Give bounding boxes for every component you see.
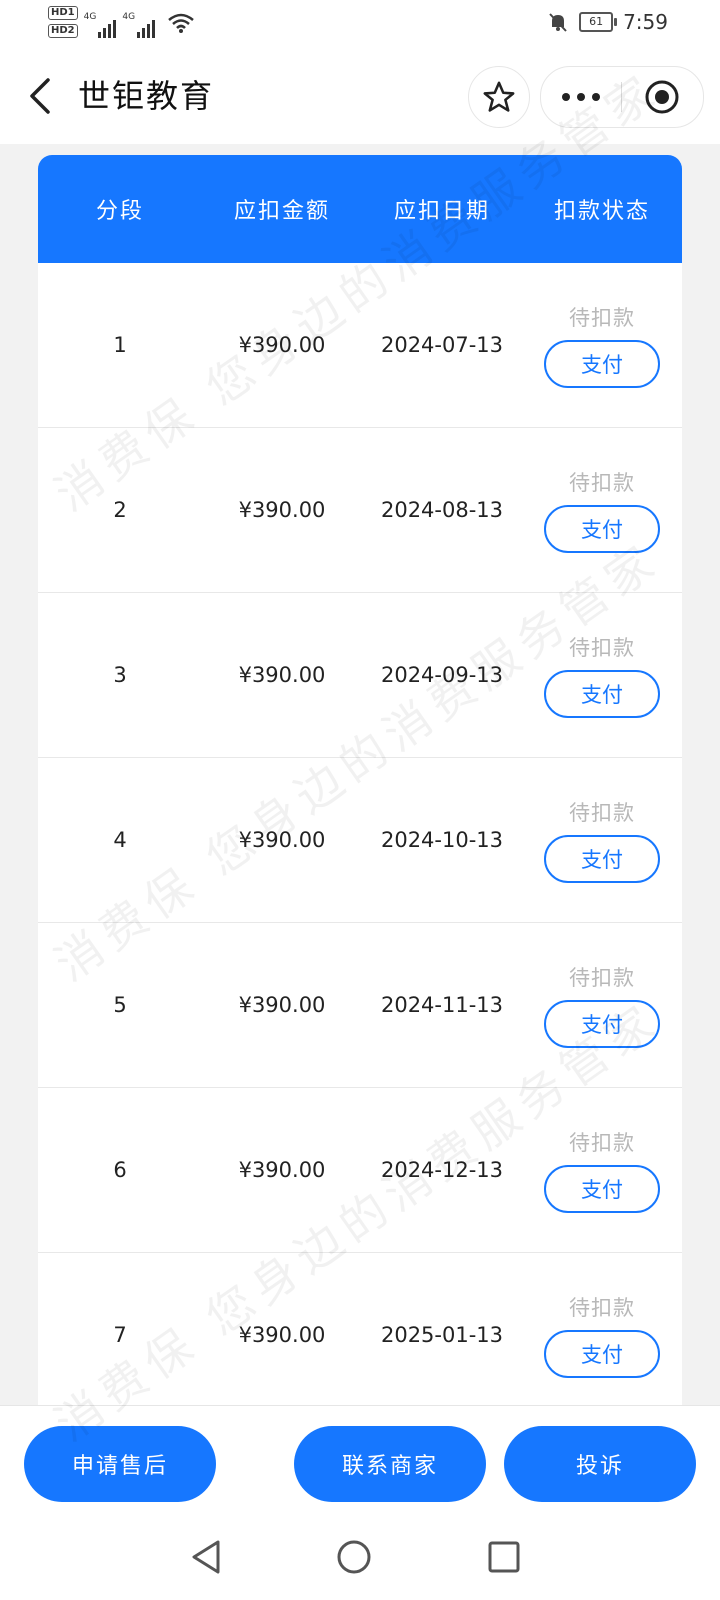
pay-button[interactable]: 支付 bbox=[544, 1000, 660, 1048]
page-title: 世钜教育 bbox=[78, 77, 215, 115]
segment-cell: 1 bbox=[113, 333, 127, 357]
status-cell: 待扣款 支付 bbox=[522, 302, 682, 388]
pay-button[interactable]: 支付 bbox=[544, 1330, 660, 1378]
complain-button[interactable]: 投诉 bbox=[504, 1426, 696, 1502]
square-recents-icon bbox=[488, 1541, 520, 1573]
status-cell: 待扣款 支付 bbox=[522, 1127, 682, 1213]
segment-cell: 3 bbox=[113, 663, 127, 687]
status-badge: 待扣款 bbox=[569, 636, 635, 660]
segment-cell: 4 bbox=[113, 828, 127, 852]
system-back-button[interactable] bbox=[186, 1537, 226, 1577]
table-header: 分段 应扣金额 应扣日期 扣款状态 bbox=[38, 155, 682, 263]
amount-cell: ¥390.00 bbox=[238, 333, 326, 357]
status-badge: 待扣款 bbox=[569, 471, 635, 495]
status-badge: 待扣款 bbox=[569, 801, 635, 825]
more-dots-icon bbox=[562, 93, 600, 101]
circle-home-icon bbox=[337, 1540, 371, 1574]
more-button[interactable] bbox=[541, 67, 621, 127]
table-row: 7 ¥390.00 2025-01-13 待扣款 支付 bbox=[38, 1253, 682, 1405]
table-row: 2 ¥390.00 2024-08-13 待扣款 支付 bbox=[38, 428, 682, 593]
signal-icon-2: 4G bbox=[122, 12, 156, 38]
date-cell: 2024-10-13 bbox=[380, 828, 504, 852]
target-close-icon bbox=[645, 80, 679, 114]
date-cell: 2024-11-13 bbox=[380, 993, 504, 1017]
clock: 7:59 bbox=[623, 10, 668, 34]
date-cell: 2025-01-13 bbox=[380, 1323, 504, 1347]
date-cell: 2024-09-13 bbox=[380, 663, 504, 687]
nav-bar: 世钜教育 bbox=[0, 52, 720, 144]
date-cell: 2024-08-13 bbox=[380, 498, 504, 522]
after-sale-button[interactable]: 申请售后 bbox=[24, 1426, 216, 1502]
pay-button[interactable]: 支付 bbox=[544, 1165, 660, 1213]
date-cell: 2024-07-13 bbox=[380, 333, 504, 357]
status-bar: HD1 HD2 4G 4G 61 7:59 bbox=[0, 0, 720, 52]
status-badge: 待扣款 bbox=[569, 1296, 635, 1320]
back-arrow-icon bbox=[30, 78, 50, 114]
header-amount: 应扣金额 bbox=[233, 199, 330, 224]
table-row: 3 ¥390.00 2024-09-13 待扣款 支付 bbox=[38, 593, 682, 758]
battery-icon: 61 bbox=[579, 12, 618, 32]
status-cell: 待扣款 支付 bbox=[522, 797, 682, 883]
pay-button[interactable]: 支付 bbox=[544, 835, 660, 883]
status-cell: 待扣款 支付 bbox=[522, 962, 682, 1048]
segment-cell: 2 bbox=[113, 498, 127, 522]
status-cell: 待扣款 支付 bbox=[522, 467, 682, 553]
amount-cell: ¥390.00 bbox=[238, 1158, 326, 1182]
pay-button[interactable]: 支付 bbox=[544, 505, 660, 553]
status-badge: 待扣款 bbox=[569, 966, 635, 990]
amount-cell: ¥390.00 bbox=[238, 1323, 326, 1347]
star-icon bbox=[483, 81, 515, 112]
installment-table: 分段 应扣金额 应扣日期 扣款状态 1 ¥390.00 2024-07-13 待… bbox=[38, 155, 682, 1405]
header-segment: 分段 bbox=[95, 199, 144, 224]
segment-cell: 6 bbox=[113, 1158, 127, 1182]
status-badge: 待扣款 bbox=[569, 1131, 635, 1155]
table-row: 6 ¥390.00 2024-12-13 待扣款 支付 bbox=[38, 1088, 682, 1253]
status-cell: 待扣款 支付 bbox=[522, 1292, 682, 1378]
segment-cell: 7 bbox=[113, 1323, 127, 1347]
header-date: 应扣日期 bbox=[393, 199, 490, 224]
favorite-button[interactable] bbox=[468, 66, 530, 128]
system-recents-button[interactable] bbox=[484, 1537, 524, 1577]
signal-icon-1: 4G bbox=[84, 12, 117, 38]
system-home-button[interactable] bbox=[334, 1537, 374, 1577]
bottom-action-bar: 申请售后 联系商家 投诉 bbox=[0, 1405, 720, 1516]
contact-merchant-button[interactable]: 联系商家 bbox=[294, 1426, 486, 1502]
status-cell: 待扣款 支付 bbox=[522, 632, 682, 718]
hd-badge-1: HD1 bbox=[48, 6, 78, 20]
pay-button[interactable]: 支付 bbox=[544, 670, 660, 718]
amount-cell: ¥390.00 bbox=[238, 663, 326, 687]
pay-button[interactable]: 支付 bbox=[544, 340, 660, 388]
triangle-back-icon bbox=[192, 1540, 220, 1574]
segment-cell: 5 bbox=[113, 993, 127, 1017]
back-button[interactable] bbox=[18, 74, 62, 118]
miniprogram-capsule bbox=[540, 66, 704, 128]
date-cell: 2024-12-13 bbox=[380, 1158, 504, 1182]
table-row: 5 ¥390.00 2024-11-13 待扣款 支付 bbox=[38, 923, 682, 1088]
system-nav-bar bbox=[0, 1515, 720, 1600]
close-miniprogram-button[interactable] bbox=[622, 67, 702, 127]
bell-off-icon bbox=[549, 13, 567, 32]
amount-cell: ¥390.00 bbox=[238, 993, 326, 1017]
header-status: 扣款状态 bbox=[553, 199, 650, 224]
table-row: 1 ¥390.00 2024-07-13 待扣款 支付 bbox=[38, 263, 682, 428]
hd-badge-2: HD2 bbox=[48, 24, 78, 38]
amount-cell: ¥390.00 bbox=[238, 498, 326, 522]
amount-cell: ¥390.00 bbox=[238, 828, 326, 852]
status-badge: 待扣款 bbox=[569, 306, 635, 330]
wifi-icon bbox=[168, 13, 194, 33]
table-row: 4 ¥390.00 2024-10-13 待扣款 支付 bbox=[38, 758, 682, 923]
